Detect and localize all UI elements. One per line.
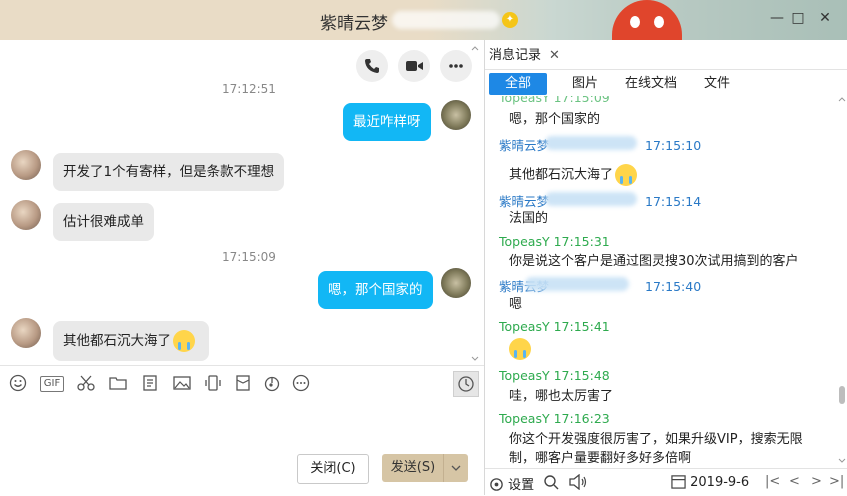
speaker-icon[interactable] — [569, 473, 587, 491]
history-log: TopeasY 17:15:09 嗯，那个国家的 紫晴云梦 17:15:10 其他… — [485, 96, 835, 466]
history-clock-icon[interactable] — [453, 371, 479, 397]
calendar-button[interactable]: 2019-9-6 — [671, 474, 749, 490]
history-message: 法国的 — [509, 211, 549, 226]
close-chat-button[interactable]: 关闭(C) — [297, 454, 369, 484]
filter-all[interactable]: 全部 — [489, 73, 547, 95]
last-page-icon[interactable]: >| — [829, 474, 844, 489]
message-timestamp: 17:15:09 — [222, 250, 276, 264]
search-icon[interactable] — [543, 474, 559, 491]
filter-images[interactable]: 图片 — [563, 73, 607, 95]
next-page-icon[interactable]: > — [811, 474, 822, 489]
contact-avatar[interactable] — [11, 318, 41, 348]
title-bar: 紫晴云梦 ✦ — □ ✕ — [0, 0, 847, 40]
screenshot-scissors-icon[interactable] — [76, 373, 96, 393]
more-icon[interactable] — [291, 373, 311, 393]
close-window-button[interactable]: ✕ — [815, 8, 835, 28]
calendar-icon — [671, 475, 686, 489]
first-page-icon[interactable]: |< — [765, 474, 780, 489]
scroll-arrows-icon — [838, 97, 846, 463]
settings-button[interactable]: 设置 — [489, 474, 534, 493]
image-icon[interactable] — [172, 373, 192, 393]
history-message: 你这个开发强度很厉害了，如果升级VIP，搜索无限 — [509, 432, 803, 447]
incoming-message-bubble: 其他都石沉大海了 — [53, 321, 209, 361]
scroll-arrows-icon — [471, 46, 479, 361]
send-button[interactable]: 发送(S) — [382, 454, 468, 482]
history-footer: 设置 2019-9-6 |< < > >| — [485, 468, 847, 496]
history-scrollbar[interactable] — [837, 96, 847, 466]
blurred-id — [525, 277, 629, 291]
history-sender: TopeasY 17:15:09 — [499, 96, 610, 105]
video-call-button[interactable] — [398, 50, 430, 82]
vip-badge-icon: ✦ — [502, 12, 518, 28]
history-message: 你是说这个客户是通过图灵搜30次试用搞到的客户 — [509, 254, 799, 269]
blurred-id — [545, 192, 637, 206]
window-title: 紫晴云梦 — [320, 14, 388, 34]
crying-emoji-icon — [173, 330, 195, 352]
tab-underline — [485, 69, 847, 70]
self-avatar[interactable] — [441, 268, 471, 298]
history-tab-label: 消息记录 — [489, 48, 542, 63]
more-dots-icon — [449, 64, 463, 68]
prev-page-icon[interactable]: < — [789, 474, 800, 489]
confused-emoji-icon — [509, 338, 531, 360]
history-sender: TopeasY 17:15:48 — [499, 368, 610, 383]
send-button-label: 发送(S) — [390, 460, 436, 475]
blurred-id — [392, 11, 500, 29]
filter-online-docs[interactable]: 在线文档 — [621, 73, 681, 95]
maximize-button[interactable]: □ — [788, 8, 808, 28]
settings-label: 设置 — [508, 478, 535, 493]
chat-pane: 17:12:51 最近咋样呀 开发了1个有寄样，但是条款不理想 估计很难成单 1… — [0, 40, 484, 365]
message-input[interactable] — [0, 400, 484, 450]
outgoing-message-bubble: 最近咋样呀 — [343, 103, 431, 141]
red-envelope-icon[interactable] — [233, 373, 253, 393]
input-toolbar: GIF — [0, 366, 484, 400]
message-timestamp: 17:12:51 — [222, 82, 276, 96]
history-sender: TopeasY 17:15:31 — [499, 234, 610, 249]
close-tab-icon[interactable]: ✕ — [549, 48, 560, 63]
scrollbar-thumb[interactable] — [839, 386, 845, 404]
minimize-button[interactable]: — — [767, 8, 787, 28]
blurred-id — [545, 136, 637, 150]
folder-icon[interactable] — [108, 373, 128, 393]
doc-icon[interactable] — [140, 373, 160, 393]
chevron-down-icon — [451, 465, 461, 471]
shake-icon[interactable] — [203, 373, 223, 393]
outgoing-message-bubble: 嗯，那个国家的 — [318, 271, 433, 309]
incoming-message-bubble: 开发了1个有寄样，但是条款不理想 — [53, 153, 285, 191]
message-text: 其他都石沉大海了 — [63, 333, 171, 349]
history-message — [509, 338, 531, 360]
history-date: 2019-9-6 — [690, 475, 750, 490]
history-sender: TopeasY 17:15:41 — [499, 319, 610, 334]
message-history-panel: 消息记录 ✕ 全部 图片 在线文档 文件 TopeasY 17:15:09 嗯，那… — [485, 40, 847, 495]
history-filter-bar: 全部 图片 在线文档 文件 — [485, 73, 847, 95]
contact-avatar[interactable] — [11, 200, 41, 230]
filter-files[interactable]: 文件 — [695, 73, 739, 95]
history-message: 嗯 — [509, 297, 523, 312]
chat-scrollbar[interactable] — [470, 46, 480, 361]
emoji-icon[interactable] — [8, 373, 28, 393]
contact-avatar[interactable] — [11, 150, 41, 180]
self-avatar[interactable] — [441, 100, 471, 130]
gif-icon[interactable]: GIF — [40, 376, 64, 392]
more-options-button[interactable] — [440, 50, 472, 82]
video-camera-icon — [406, 61, 423, 71]
history-message: 其他都石沉大海了 — [509, 164, 638, 186]
music-icon[interactable] — [262, 373, 282, 393]
history-tab[interactable]: 消息记录 ✕ — [489, 43, 560, 69]
history-message: 哇，哪也太厉害了 — [509, 389, 614, 404]
history-message: 嗯，那个国家的 — [509, 112, 601, 127]
voice-call-button[interactable] — [356, 50, 388, 82]
send-options-dropdown[interactable] — [443, 454, 468, 482]
incoming-message-bubble: 估计很难成单 — [53, 203, 154, 241]
crying-emoji-icon — [615, 164, 638, 186]
history-message-continued: 制，哪客户量要翻好多好多倍啊 — [509, 451, 692, 466]
phone-icon — [365, 59, 379, 73]
gear-icon — [490, 478, 503, 491]
history-sender: TopeasY 17:16:23 — [499, 411, 610, 426]
